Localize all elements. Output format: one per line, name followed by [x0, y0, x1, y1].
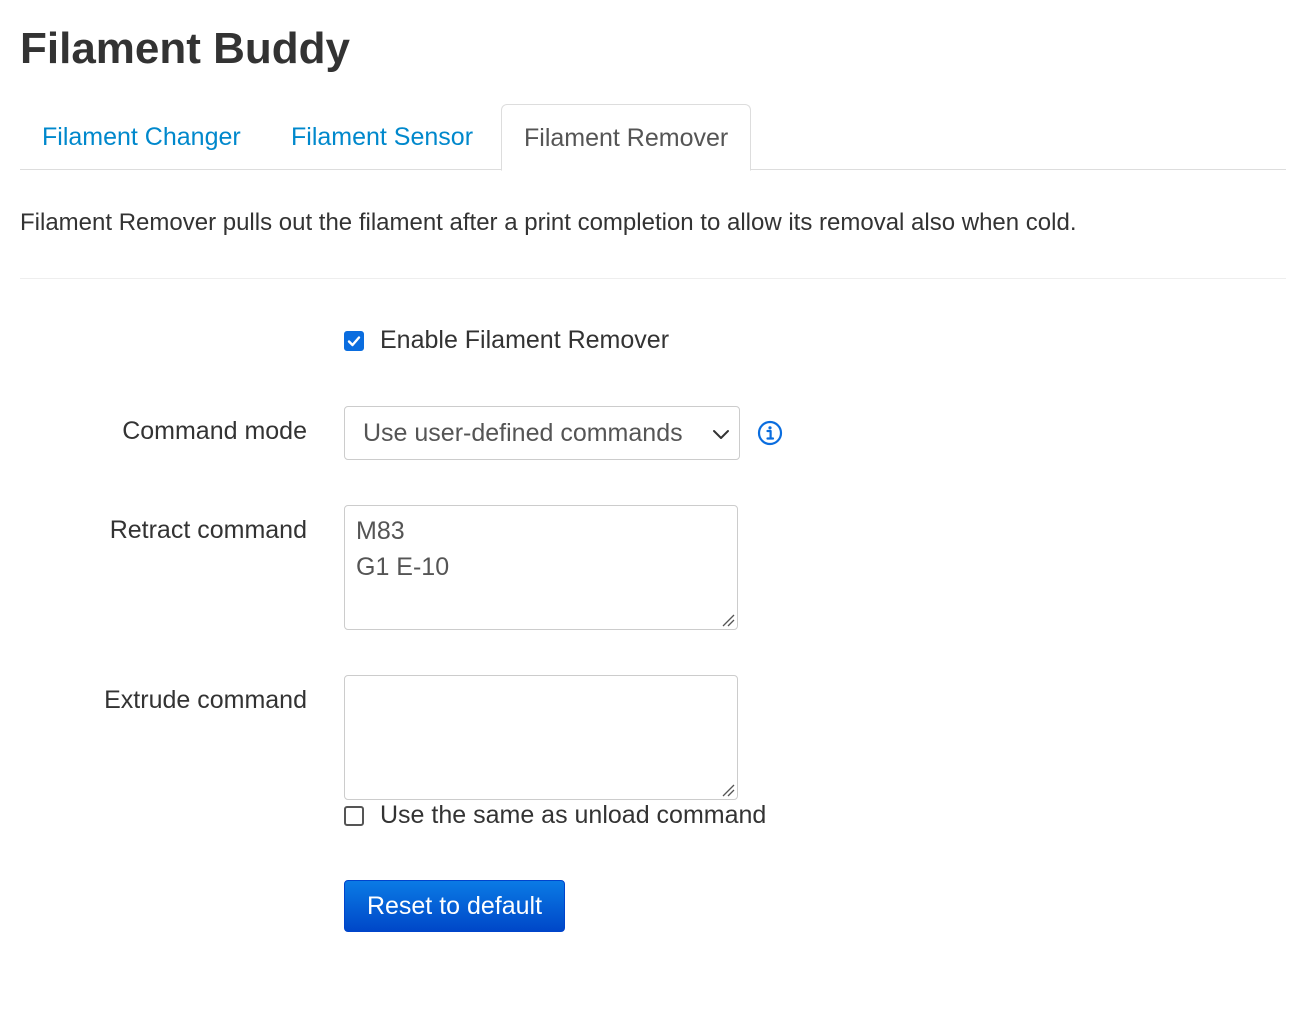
plugin-description: Filament Remover pulls out the filament …	[20, 209, 1077, 236]
same-as-unload-label: Use the same as unload command	[380, 801, 767, 829]
enable-filament-remover-checkbox[interactable]	[344, 330, 364, 351]
command-mode-select[interactable]: Use user-defined commands	[344, 406, 740, 460]
tab-filament-remover[interactable]: Filament Remover	[501, 104, 752, 171]
info-circle-icon[interactable]	[757, 420, 783, 446]
retract-command-line: G1 E-10	[356, 553, 450, 581]
tab-filament-changer[interactable]: Filament Changer	[20, 104, 263, 170]
page-title: Filament Buddy	[20, 24, 351, 73]
filament-buddy-settings-page: Filament Buddy Filament Changer Filament…	[0, 0, 1299, 1021]
command-mode-label: Command mode	[122, 417, 307, 445]
reset-to-default-button[interactable]: Reset to default	[344, 880, 565, 932]
extrude-command-label: Extrude command	[104, 686, 307, 714]
checkmark-icon	[347, 335, 361, 346]
chevron-down-icon	[713, 430, 729, 439]
enable-filament-remover-label: Enable Filament Remover	[380, 326, 670, 354]
tab-bar: Filament Changer Filament Sensor Filamen…	[20, 104, 1286, 171]
retract-command-textarea[interactable]: M83 G1 E-10	[344, 505, 738, 630]
same-as-unload-row: Use the same as unload command	[344, 801, 766, 830]
tab-filament-sensor[interactable]: Filament Sensor	[269, 104, 495, 170]
resize-handle-icon[interactable]	[721, 613, 735, 627]
extrude-command-textarea[interactable]	[344, 675, 738, 800]
section-divider	[20, 278, 1286, 279]
retract-command-line: M83	[356, 517, 405, 545]
enable-filament-remover-row: Enable Filament Remover	[344, 326, 669, 355]
retract-command-label: Retract command	[109, 516, 307, 544]
command-mode-selected-value: Use user-defined commands	[363, 419, 683, 447]
resize-handle-icon[interactable]	[721, 783, 735, 797]
same-as-unload-checkbox[interactable]	[344, 805, 364, 826]
